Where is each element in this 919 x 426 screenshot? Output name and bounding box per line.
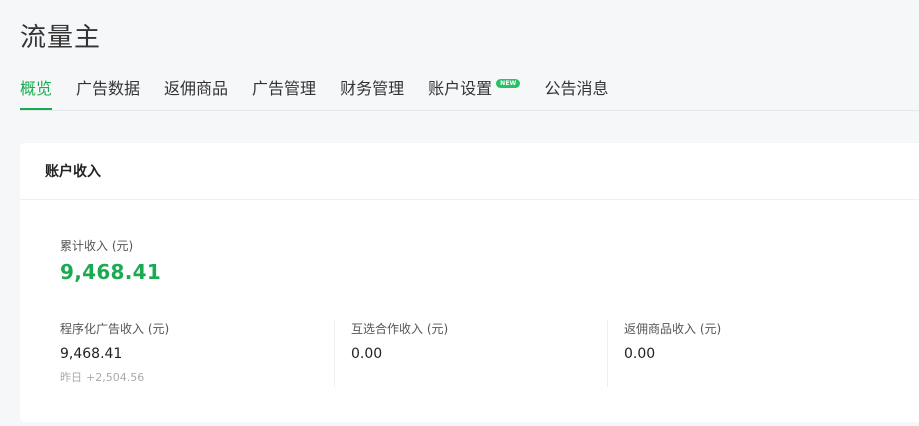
- programmatic-ad-income: 程序化广告收入 (元) 9,468.41 昨日 +2,504.56: [60, 320, 169, 385]
- tab-account-settings-label: 账户设置: [428, 79, 493, 98]
- page-title: 流量主: [20, 23, 102, 53]
- stat-label: 返佣商品收入 (元): [624, 322, 722, 336]
- tab-ad-data[interactable]: 广告数据: [76, 76, 140, 109]
- total-income-value: 9,468.41: [60, 260, 162, 284]
- tab-rebate-products[interactable]: 返佣商品: [164, 76, 228, 109]
- stat-label: 互选合作收入 (元): [351, 322, 449, 336]
- yesterday-label: 昨日: [60, 371, 82, 384]
- stat-divider: [334, 320, 335, 387]
- stat-value: 9,468.41: [60, 346, 123, 362]
- stat-value: 0.00: [624, 346, 656, 362]
- nav-tabs: 概览 广告数据 返佣商品 广告管理 财务管理 账户设置 NEW 公告消息: [20, 76, 919, 111]
- stat-divider: [607, 320, 608, 387]
- tab-announcements[interactable]: 公告消息: [544, 76, 608, 109]
- yesterday-change: 昨日 +2,504.56: [60, 369, 169, 385]
- stat-value: 0.00: [351, 346, 383, 362]
- tab-ad-management[interactable]: 广告管理: [252, 76, 316, 109]
- new-badge: NEW: [496, 79, 521, 88]
- tab-finance-management[interactable]: 财务管理: [340, 76, 404, 109]
- tab-overview[interactable]: 概览: [20, 76, 53, 110]
- tab-account-settings[interactable]: 账户设置 NEW: [428, 76, 521, 109]
- rebate-product-income: 返佣商品收入 (元) 0.00: [624, 320, 721, 362]
- account-income-card: 账户收入 累计收入 (元) 9,468.41 程序化广告收入 (元) 9,468…: [20, 143, 919, 422]
- yesterday-value: +2,504.56: [86, 371, 145, 384]
- card-title: 账户收入: [20, 143, 919, 200]
- stat-label: 程序化广告收入 (元): [60, 322, 170, 336]
- mutual-selection-income: 互选合作收入 (元) 0.00: [351, 320, 448, 362]
- total-income-label: 累计收入 (元): [60, 239, 134, 253]
- page: 流量主 概览 广告数据 返佣商品 广告管理 财务管理 账户设置 NEW 公告消息 …: [0, 0, 919, 426]
